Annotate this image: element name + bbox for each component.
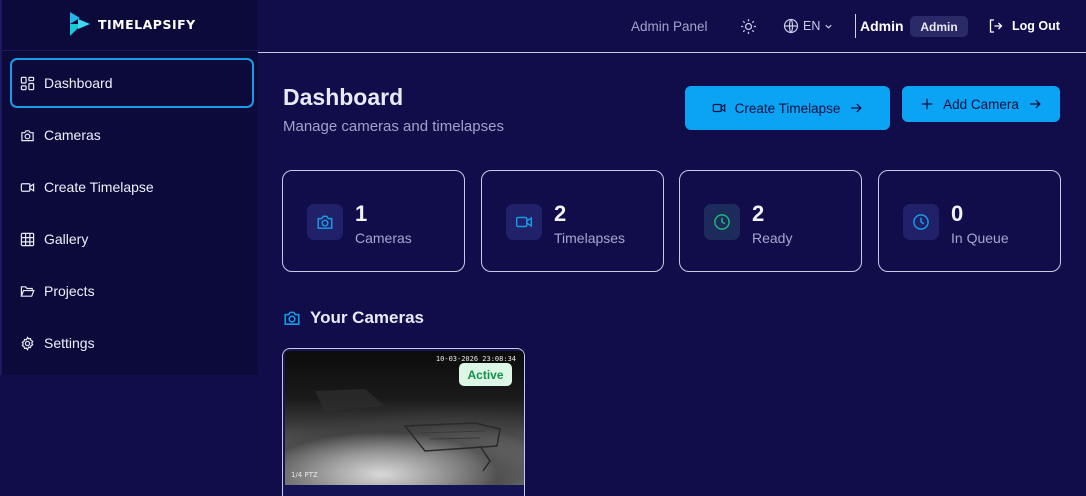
camera-feed-label: 1/4 PTZ [291, 471, 318, 479]
stat-value: 2 [554, 201, 567, 226]
sidebar-item-label: Dashboard [44, 75, 113, 91]
add-camera-label: Add Camera [943, 96, 1019, 112]
sidebar-item-gallery[interactable]: Gallery [10, 214, 254, 264]
user-name: Admin [860, 18, 904, 34]
camera-timestamp: 10-03-2026 23:08:34 [435, 355, 516, 363]
arrow-right-icon [1030, 99, 1041, 109]
role-badge: Admin [910, 16, 968, 37]
video-icon [20, 182, 35, 192]
section-title-text: Your Cameras [310, 308, 425, 327]
sidebar-item-label: Projects [44, 283, 95, 299]
header-divider [258, 52, 1086, 53]
chevron-down-icon [825, 24, 832, 29]
sidebar-item-dashboard[interactable]: Dashboard [10, 58, 254, 108]
brand-logo[interactable]: TIMELAPSIFY [68, 10, 196, 38]
your-cameras-heading: Your Cameras [283, 308, 424, 328]
page-subtitle: Manage cameras and timelapses [283, 118, 504, 135]
stat-label: Cameras [355, 230, 412, 246]
sidebar-item-create-timelapse[interactable]: Create Timelapse [10, 162, 254, 212]
stat-value: 1 [355, 201, 368, 226]
camera-icon [284, 311, 300, 325]
language-code: EN [803, 19, 821, 33]
theme-toggle-button[interactable] [740, 0, 757, 52]
create-timelapse-button[interactable]: Create Timelapse [685, 86, 890, 130]
sidebar-item-cameras[interactable]: Cameras [10, 110, 254, 160]
stat-icon-box [506, 204, 542, 240]
language-selector[interactable]: EN [783, 0, 833, 52]
sidebar-item-label: Settings [44, 335, 95, 351]
stat-card-cameras: 1 Cameras [282, 170, 465, 272]
header-separator [855, 14, 856, 38]
sidebar-item-settings[interactable]: Settings [10, 318, 254, 368]
gallery-grid-icon [20, 232, 35, 246]
add-camera-button[interactable]: Add Camera [902, 86, 1060, 122]
clock-icon [714, 214, 730, 230]
stat-icon-box [903, 204, 939, 240]
gear-icon [21, 335, 34, 351]
video-icon [712, 103, 725, 113]
page-title: Dashboard [283, 84, 404, 110]
stat-icon-box [307, 204, 343, 240]
stat-card-in-queue: 0 In Queue [878, 170, 1061, 272]
sidebar: TIMELAPSIFY Dashboard Cameras Create Tim… [0, 0, 260, 375]
stat-card-timelapses: 2 Timelapses [481, 170, 664, 272]
logout-label: Log Out [1012, 19, 1060, 33]
arrow-right-icon [851, 103, 863, 113]
brand-name: TIMELAPSIFY [98, 16, 196, 32]
stat-value: 2 [752, 201, 765, 226]
stat-label: In Queue [951, 230, 1009, 246]
stat-label: Timelapses [554, 230, 626, 246]
stat-label: Ready [752, 230, 793, 246]
sidebar-item-label: Gallery [44, 231, 89, 247]
globe-icon [783, 18, 799, 34]
plus-icon [921, 98, 933, 110]
logout-button[interactable]: Log Out [988, 0, 1060, 52]
stat-card-ready: 2 Ready [679, 170, 862, 272]
status-badge: Active [459, 363, 512, 386]
grid-icon [20, 76, 35, 90]
admin-panel-link[interactable]: Admin Panel [631, 0, 708, 52]
sidebar-item-projects[interactable]: Projects [10, 266, 254, 316]
stat-icon-box [704, 204, 740, 240]
logout-icon [989, 19, 1003, 33]
camera-icon [317, 215, 333, 229]
folder-open-icon [20, 285, 35, 297]
camera-icon [21, 129, 34, 141]
sidebar-divider [2, 50, 260, 51]
stat-value: 0 [951, 201, 964, 226]
clock-icon [913, 214, 929, 230]
camera-card[interactable]: 10-03-2026 23:08:34 1/4 PTZ Active [282, 348, 525, 496]
timelapsify-logo-icon [70, 12, 90, 36]
create-timelapse-label: Create Timelapse [734, 100, 841, 116]
video-icon [515, 216, 533, 228]
sidebar-item-label: Cameras [44, 127, 101, 143]
sidebar-item-label: Create Timelapse [44, 179, 154, 195]
sun-icon [741, 18, 756, 34]
